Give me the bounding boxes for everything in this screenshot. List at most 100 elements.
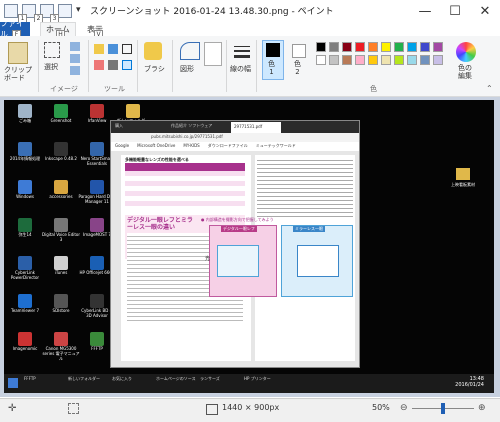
desktop-app-icon xyxy=(90,294,104,308)
separator xyxy=(137,40,138,92)
desktop-app-icon xyxy=(54,294,68,308)
clipboard-label[interactable]: クリップボード xyxy=(4,66,38,82)
desktop-icon[interactable]: Canon MG5300 series 電子マニュアル xyxy=(42,332,80,361)
browser-tab[interactable]: 購入 xyxy=(115,123,123,129)
desktop-icon[interactable]: Imagenomic xyxy=(6,332,44,351)
zoom-out-button[interactable]: ⊖ xyxy=(400,403,408,413)
desktop-icon[interactable]: Digital Voice Editor 3 xyxy=(42,218,80,242)
customize-qat-icon[interactable]: ▾ xyxy=(76,5,81,15)
taskbar-item[interactable]: FFFTP xyxy=(24,376,36,381)
desktop-icon-label: Windows xyxy=(16,194,34,199)
brush-label[interactable]: ブラシ xyxy=(144,64,165,74)
browser-tab-active[interactable]: 29771531.pdf xyxy=(231,122,281,133)
desktop-icon[interactable]: iTunes xyxy=(42,256,80,275)
browser-url[interactable]: pubs.mitsubishi.co.jp/29771531.pdf xyxy=(151,134,223,139)
color2-label[interactable]: 色 2 xyxy=(294,60,301,76)
taskbar-item[interactable]: ランサーズ xyxy=(200,376,220,382)
paste-icon[interactable] xyxy=(8,42,28,64)
line-width-icon[interactable] xyxy=(234,50,250,52)
collapse-ribbon-icon[interactable]: ⌃ xyxy=(486,84,493,93)
shapes-label[interactable]: 図形 xyxy=(180,64,194,74)
text-icon[interactable] xyxy=(122,44,132,54)
maximize-button[interactable]: ☐ xyxy=(440,0,470,22)
magnifier-icon[interactable] xyxy=(122,60,132,70)
palette-swatch[interactable] xyxy=(407,55,417,65)
eraser-icon[interactable] xyxy=(94,60,104,70)
zoom-in-button[interactable]: ⊕ xyxy=(478,403,486,413)
bookmark-item[interactable]: Microsoft OneDrive xyxy=(137,143,175,148)
desktop-icon[interactable]: Windows xyxy=(6,180,44,199)
fill-icon[interactable] xyxy=(108,44,118,54)
redo-icon[interactable] xyxy=(58,4,72,18)
desktop-icon[interactable]: Inkscape 0.48.2 xyxy=(42,142,80,161)
taskbar-item[interactable]: お気に入り xyxy=(112,376,132,382)
desktop-icon[interactable]: ごみ箱 xyxy=(6,104,44,123)
palette-swatch[interactable] xyxy=(316,42,326,52)
resize-icon[interactable] xyxy=(70,54,80,63)
palette-swatch[interactable] xyxy=(420,42,430,52)
shapes-icon[interactable] xyxy=(180,42,200,60)
desktop-icon[interactable]: Greenshot xyxy=(42,104,80,123)
palette-swatch[interactable] xyxy=(381,55,391,65)
palette-swatch[interactable] xyxy=(394,42,404,52)
browser-tab[interactable]: 作品紹介 ソフトウェア xyxy=(171,123,212,129)
taskbar-item[interactable]: HP プリンター xyxy=(244,376,271,382)
desktop-app-icon xyxy=(90,332,104,346)
palette-swatch[interactable] xyxy=(368,42,378,52)
palette-swatch[interactable] xyxy=(342,55,352,65)
palette-swatch[interactable] xyxy=(329,55,339,65)
desktop-icon[interactable]: SDIstore xyxy=(42,294,80,313)
palette-swatch[interactable] xyxy=(368,55,378,65)
bookmark-item[interactable]: ダウンロードファイル xyxy=(208,143,248,148)
palette-swatch[interactable] xyxy=(394,55,404,65)
line-width-icon[interactable] xyxy=(234,46,250,47)
select-icon[interactable] xyxy=(44,42,60,58)
line-width-icon[interactable] xyxy=(234,55,250,58)
taskbar-item[interactable]: ホームページのソース xyxy=(156,376,196,382)
shapes-gallery[interactable] xyxy=(204,42,222,66)
crop-icon[interactable] xyxy=(70,42,80,51)
zoom-slider-thumb[interactable] xyxy=(441,403,445,414)
pencil-icon[interactable] xyxy=(94,44,104,54)
rotate-icon[interactable] xyxy=(70,66,80,75)
palette-swatch[interactable] xyxy=(355,42,365,52)
add-icon: ✛ xyxy=(8,403,17,414)
palette-swatch[interactable] xyxy=(342,42,352,52)
palette-swatch[interactable] xyxy=(381,42,391,52)
start-icon[interactable] xyxy=(8,378,18,388)
folder-icon[interactable] xyxy=(456,168,470,180)
minimize-button[interactable]: — xyxy=(410,0,440,22)
desktop-icon-label: Imagenomic xyxy=(12,346,38,351)
line-width-label[interactable]: 線の幅 xyxy=(230,64,251,74)
desktop-icon[interactable]: 2014年情報処理 xyxy=(6,142,44,161)
color-picker-icon[interactable] xyxy=(108,60,118,70)
close-button[interactable]: ✕ xyxy=(470,0,500,22)
brush-icon[interactable] xyxy=(144,42,162,60)
palette-swatch[interactable] xyxy=(433,55,443,65)
desktop-folder-label[interactable]: 上映看板素材 xyxy=(444,182,482,187)
bookmark-item[interactable]: Google xyxy=(115,143,129,148)
select-label[interactable]: 選択 xyxy=(44,62,58,72)
desktop-icon[interactable]: TeamViewer 7 xyxy=(6,294,44,313)
color2-swatch[interactable] xyxy=(292,44,306,58)
bookmark-item[interactable]: ミューテックワールド xyxy=(256,143,296,148)
palette-swatch[interactable] xyxy=(407,42,417,52)
palette-swatch[interactable] xyxy=(433,42,443,52)
palette-swatch[interactable] xyxy=(355,55,365,65)
taskbar-clock[interactable]: 13:48 2016/01/24 xyxy=(444,376,484,388)
desktop-app-icon xyxy=(18,294,32,308)
desktop-icon[interactable]: CyberLink PowerDirector xyxy=(6,256,44,280)
browser-window[interactable]: 購入 作品紹介 ソフトウェア 29771531.pdf pubs.mitsubi… xyxy=(110,120,360,368)
palette-swatch[interactable] xyxy=(329,42,339,52)
desktop-icon[interactable]: 弥生14 xyxy=(6,218,44,237)
palette-swatch[interactable] xyxy=(420,55,430,65)
palette-swatch[interactable] xyxy=(316,55,326,65)
desktop-icon[interactable]: accessories xyxy=(42,180,80,199)
edit-colors-label[interactable]: 色の 編集 xyxy=(458,64,472,80)
image-dimensions: 1440 × 900px xyxy=(222,403,280,412)
zoom-level: 50% xyxy=(372,403,390,412)
taskbar-item[interactable]: 新しいフォルダー xyxy=(68,376,100,382)
paint-app-icon[interactable] xyxy=(4,4,18,18)
bookmark-item[interactable]: MY-KIDS xyxy=(183,143,199,148)
edit-colors-icon[interactable] xyxy=(456,42,476,62)
